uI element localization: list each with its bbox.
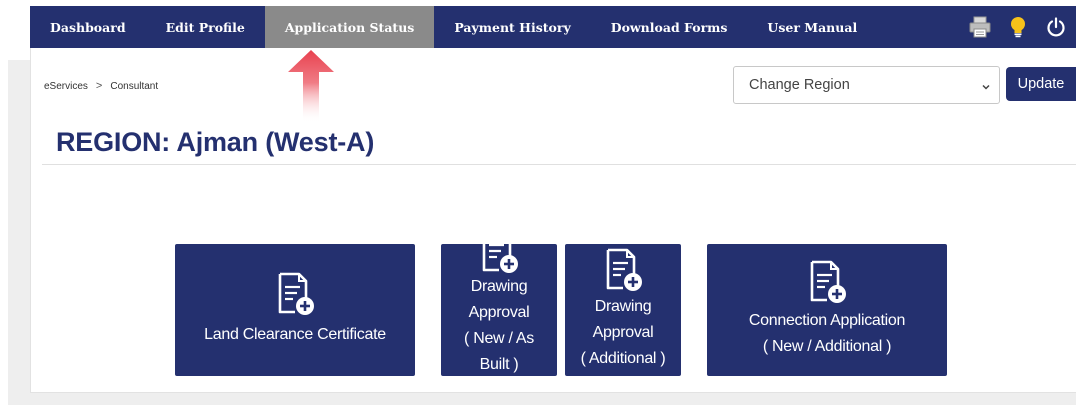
tile-label-line: Built )	[479, 356, 519, 373]
page-title: REGION: Ajman (West-A)	[56, 127, 375, 157]
tile-label-line: ( New / As	[464, 330, 534, 347]
tile-label-line: Drawing	[470, 278, 528, 295]
tile-label-line: Connection Application	[748, 312, 906, 329]
annotation-arrow-icon	[288, 50, 334, 123]
lightbulb-icon[interactable]	[1006, 15, 1030, 39]
power-icon[interactable]	[1044, 15, 1068, 39]
breadcrumb-separator: >	[95, 80, 103, 92]
nav-application-status[interactable]: Application Status	[264, 6, 435, 48]
breadcrumb-consultant[interactable]: Consultant	[110, 81, 158, 92]
document-add-icon	[482, 244, 518, 273]
title-divider	[42, 164, 1076, 165]
tile-label-line: ( New / Additional )	[762, 338, 892, 355]
tile-drawing-approval-new-as-built[interactable]: Drawing Approval ( New / As Built )	[441, 244, 557, 376]
update-button[interactable]: Update	[1006, 67, 1076, 101]
nav-payment-history[interactable]: Payment History	[434, 6, 590, 48]
tile-label-line: Drawing	[594, 298, 652, 315]
printer-icon[interactable]	[968, 15, 992, 39]
nav-download-forms[interactable]: Download Forms	[591, 6, 748, 48]
region-select-value: Change Region	[749, 77, 850, 93]
top-nav: Dashboard Edit Profile Application Statu…	[30, 6, 1076, 48]
region-select[interactable]: Change Region	[733, 66, 1000, 104]
tile-label-line: Approval	[468, 304, 530, 321]
chevron-down-icon	[981, 80, 991, 96]
nav-icon-group	[968, 6, 1076, 48]
tile-land-clearance-certificate[interactable]: Land Clearance Certificate	[175, 244, 415, 376]
breadcrumb: eServices > Consultant	[44, 80, 158, 92]
tile-label-line: Approval	[592, 324, 654, 341]
document-add-icon	[278, 272, 314, 315]
tile-connection-application[interactable]: Connection Application ( New / Additiona…	[707, 244, 947, 376]
tile-drawing-approval-additional[interactable]: Drawing Approval ( Additional )	[565, 244, 681, 376]
tile-label-line: ( Additional )	[580, 350, 666, 367]
nav-dashboard[interactable]: Dashboard	[30, 6, 146, 48]
tile-label-line: Land Clearance Certificate	[204, 326, 386, 343]
nav-edit-profile[interactable]: Edit Profile	[146, 6, 265, 48]
breadcrumb-eservices[interactable]: eServices	[44, 81, 88, 92]
document-add-icon	[810, 260, 846, 303]
document-add-icon	[606, 248, 642, 291]
nav-user-manual[interactable]: User Manual	[747, 6, 877, 48]
